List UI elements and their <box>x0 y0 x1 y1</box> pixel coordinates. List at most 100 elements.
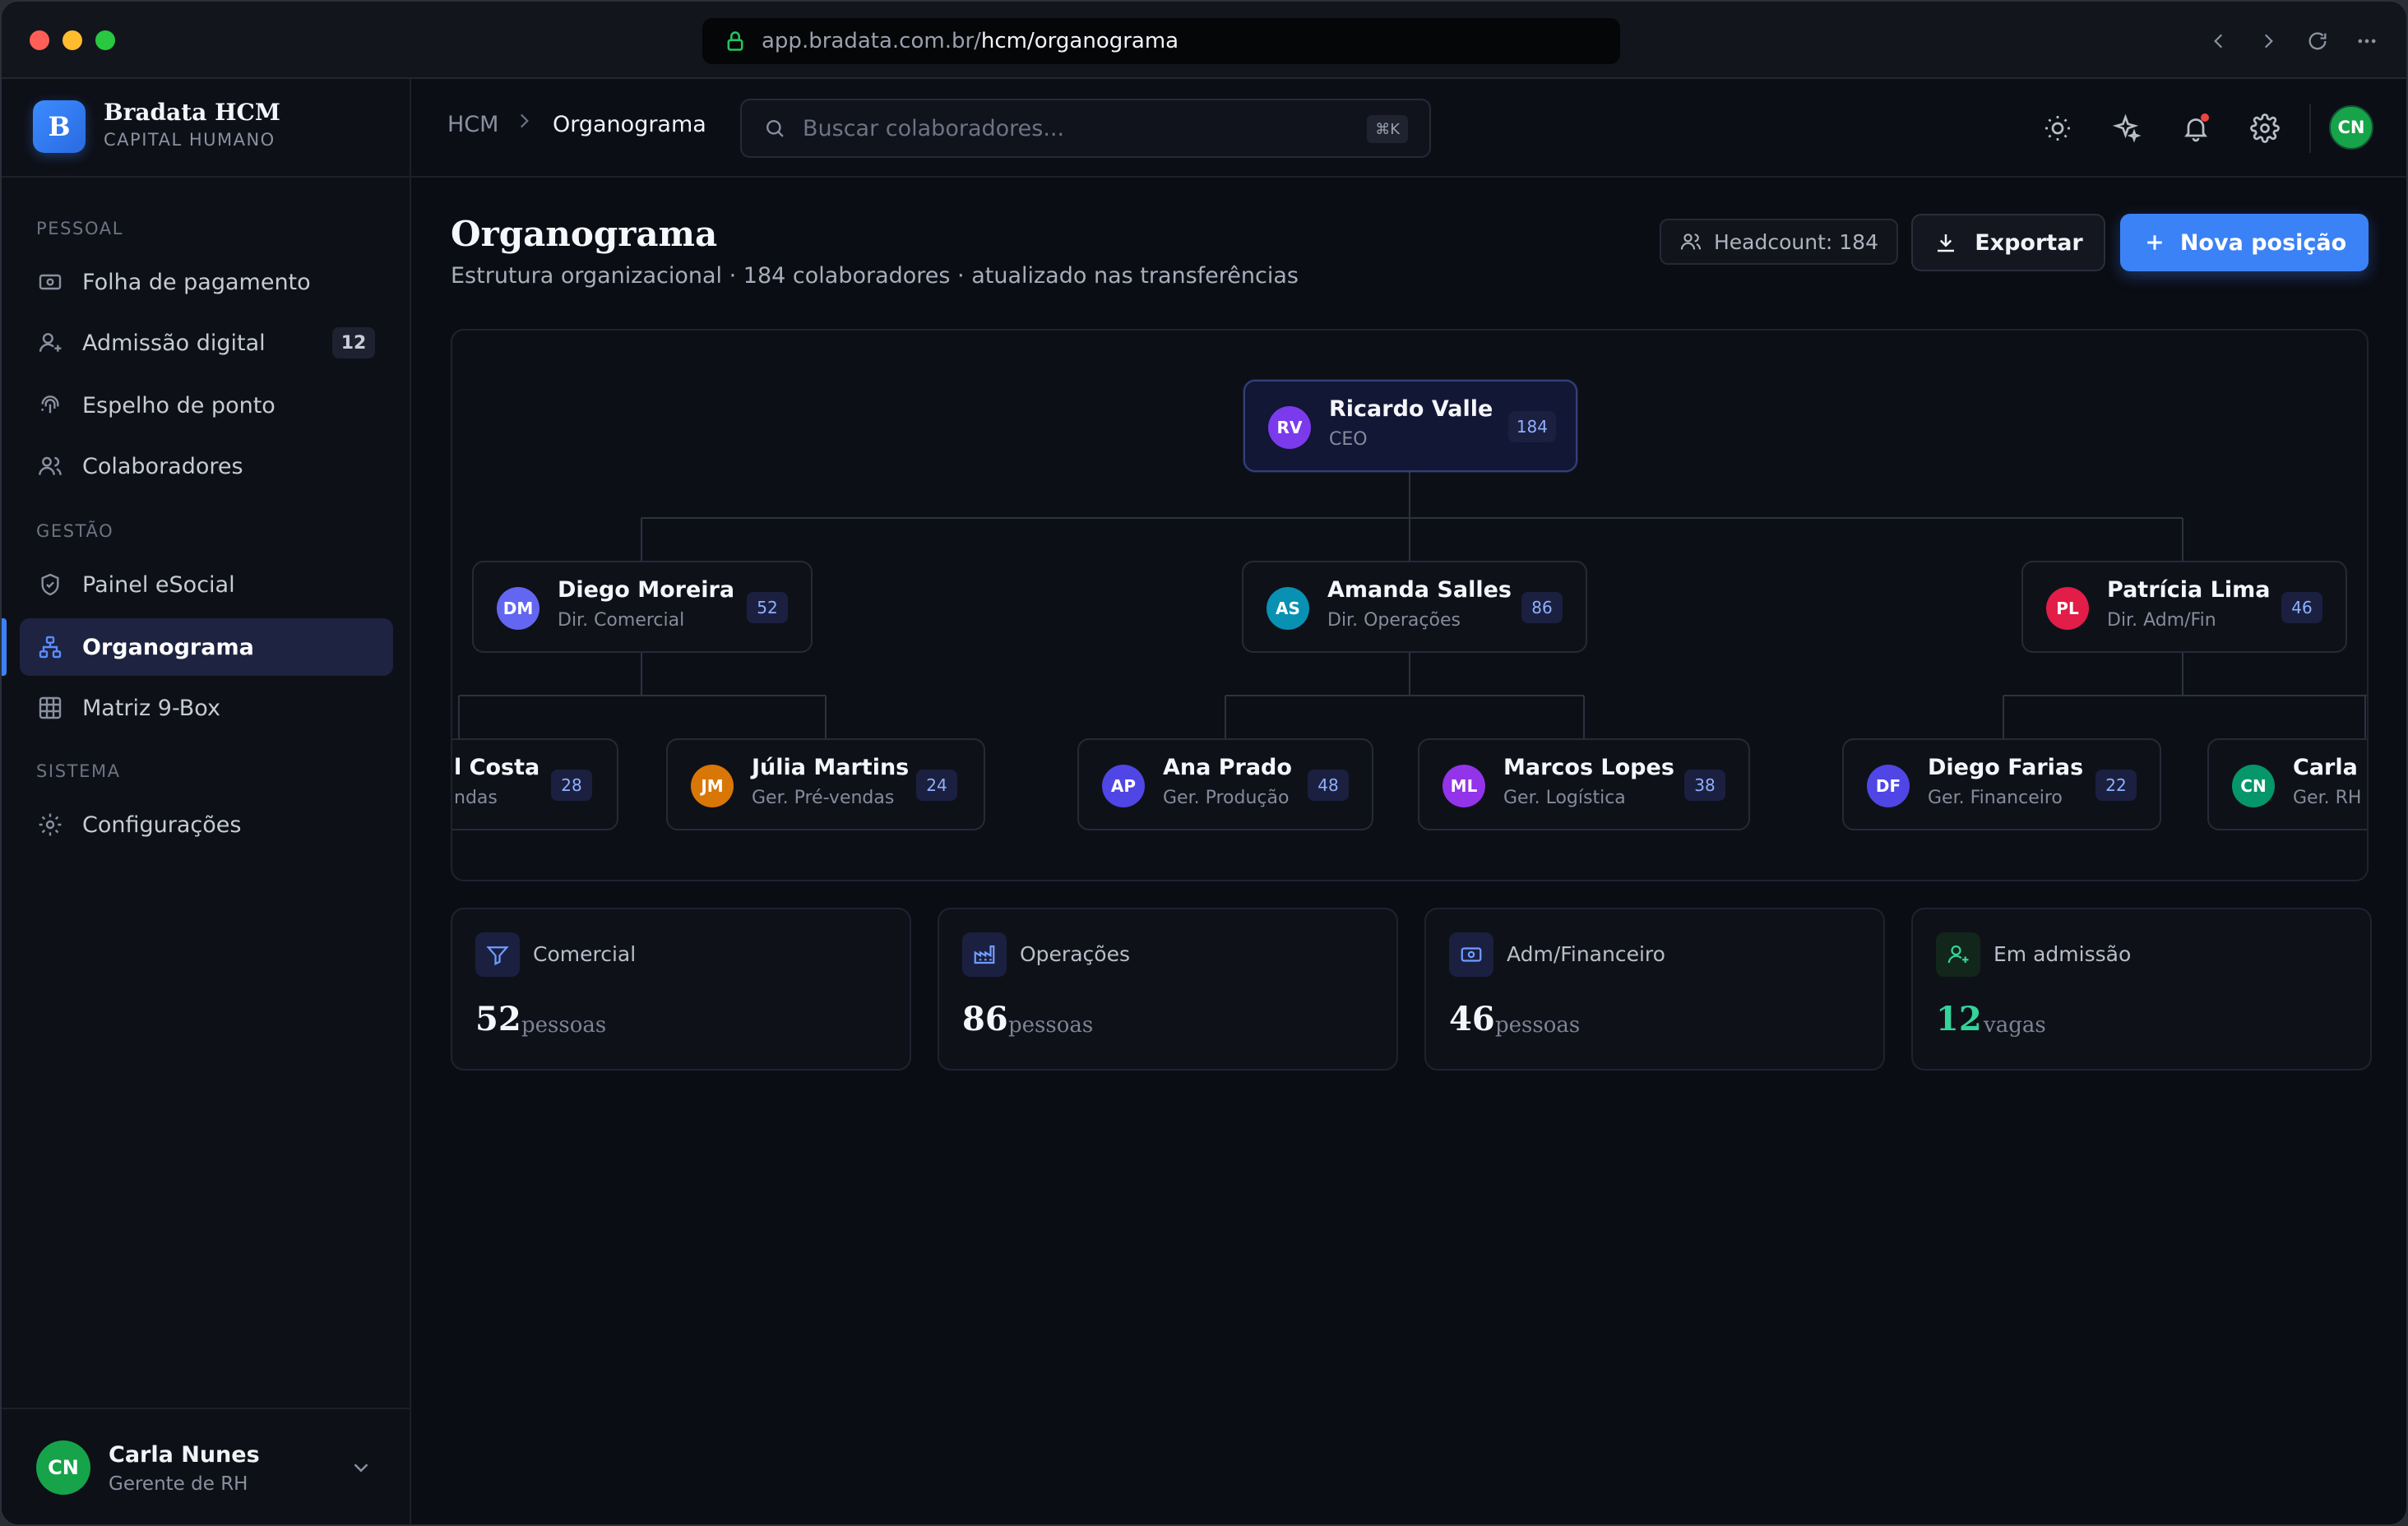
sidebar: B Bradata HCM CAPITAL HUMANO PESSOAL Fol… <box>2 79 411 1524</box>
org-node-manager[interactable]: DF Diego Farias Ger. Financeiro 22 <box>1842 738 2161 830</box>
browser-chrome: app.bradata.com.br/hcm/organograma <box>2 2 2406 79</box>
stat-title: Em admissão <box>1994 942 2132 966</box>
sidebar-item-label: Painel eSocial <box>82 571 235 598</box>
sidebar-item-painel-esocial[interactable]: Painel eSocial <box>20 556 393 613</box>
person-name: l Costa <box>454 755 540 780</box>
forward-icon[interactable] <box>2252 25 2285 58</box>
export-button[interactable]: Exportar <box>1911 214 2105 271</box>
sidebar-item-label: Organograma <box>82 634 254 660</box>
person-role: Dir. Operações <box>1327 610 1461 631</box>
person-name: Ricardo Valle <box>1329 396 1493 422</box>
person-role: Ger. Logística <box>1503 788 1626 808</box>
person-role: Ger. Pré-vendas <box>752 788 895 808</box>
avatar: PL <box>2046 587 2089 630</box>
avatar: ML <box>1442 765 1485 807</box>
sidebar-item-configuracoes[interactable]: Configurações <box>20 796 393 853</box>
org-node-director[interactable]: PL Patrícia Lima Dir. Adm/Fin 46 <box>2021 561 2347 653</box>
stat-value: 52 <box>475 1000 521 1038</box>
back-icon[interactable] <box>2202 25 2235 58</box>
avatar[interactable]: CN <box>2329 105 2373 150</box>
sidebar-item-label: Folha de pagamento <box>82 269 311 295</box>
url-host: app.bradata.com.br/ <box>762 29 981 53</box>
sidebar-item-label: Espelho de ponto <box>82 392 276 418</box>
maximize-window-button[interactable] <box>95 30 115 50</box>
url-path: hcm/organograma <box>980 29 1179 53</box>
person-role: Ger. Financeiro <box>1928 788 2063 808</box>
shield-icon <box>36 571 64 599</box>
sidebar-item-espelho-de-ponto[interactable]: Espelho de ponto <box>20 377 393 434</box>
org-node-manager[interactable]: CN Carla I Ger. RH <box>2207 738 2367 830</box>
person-name: Ana Prado <box>1163 755 1292 780</box>
sidebar-item-folha-de-pagamento[interactable]: Folha de pagamento <box>20 253 393 311</box>
minimize-window-button[interactable] <box>63 30 82 50</box>
address-bar[interactable]: app.bradata.com.br/hcm/organograma <box>702 18 1620 64</box>
sidebar-item-matriz-9-box[interactable]: Matriz 9-Box <box>20 679 393 737</box>
headcount-badge: 22 <box>2095 770 2137 801</box>
stat-card-em-admissao[interactable]: Em admissão 12 vagas <box>1911 908 2372 1071</box>
headcount-badge: Headcount: 184 <box>1660 219 1898 265</box>
person-role: CEO <box>1329 429 1368 450</box>
org-chart: RV Ricardo Valle CEO 184 DM Diego Moreir… <box>451 329 2369 881</box>
stat-title: Adm/Financeiro <box>1507 942 1665 966</box>
breadcrumb-current: Organograma <box>553 112 706 137</box>
org-chart-icon <box>36 633 64 661</box>
sparkle-icon[interactable] <box>2107 109 2146 148</box>
headcount-badge: 38 <box>1684 770 1725 801</box>
org-node-director[interactable]: DM Diego Moreira Dir. Comercial 52 <box>472 561 813 653</box>
page-subtitle: Estrutura organizacional · 184 colaborad… <box>451 263 1299 289</box>
org-node-manager[interactable]: AP Ana Prado Ger. Produção 48 <box>1077 738 1373 830</box>
stat-unit: pessoas <box>521 1013 607 1038</box>
section-label-sistema: SISTEMA <box>36 761 121 781</box>
org-node-manager[interactable]: ML Marcos Lopes Ger. Logística 38 <box>1418 738 1750 830</box>
main-content: Organograma Estrutura organizacional · 1… <box>411 178 2406 1524</box>
stat-card-comercial[interactable]: Comercial 52 pessoas <box>451 908 911 1071</box>
person-role: Dir. Comercial <box>558 610 685 631</box>
users-icon <box>36 452 64 480</box>
stat-card-operacoes[interactable]: Operações 86 pessoas <box>938 908 1398 1071</box>
more-options-icon[interactable] <box>2350 25 2383 58</box>
stat-value: 46 <box>1449 1000 1495 1038</box>
reload-icon[interactable] <box>2301 25 2334 58</box>
count-badge: 12 <box>332 327 375 358</box>
section-label-pessoal: PESSOAL <box>36 219 124 238</box>
headcount-badge: 184 <box>1507 411 1556 442</box>
brand-logo[interactable]: B <box>33 100 86 153</box>
search-icon <box>763 117 786 140</box>
plus-icon <box>2142 230 2167 255</box>
breadcrumb-home[interactable]: HCM <box>447 112 498 137</box>
person-name: Amanda Salles <box>1327 577 1512 603</box>
org-node-director[interactable]: AS Amanda Salles Dir. Operações 86 <box>1242 561 1587 653</box>
sidebar-item-label: Configurações <box>82 812 242 838</box>
sidebar-item-label: Admissão digital <box>82 330 266 356</box>
new-position-label: Nova posição <box>2179 229 2347 256</box>
org-node-manager[interactable]: JM Júlia Martins Ger. Pré-vendas 24 <box>666 738 985 830</box>
stat-unit: pessoas <box>1008 1013 1094 1038</box>
user-plus-icon <box>36 329 64 357</box>
sidebar-item-colaboradores[interactable]: Colaboradores <box>20 437 393 495</box>
search-input[interactable] <box>803 115 1362 141</box>
stat-card-adm-financeiro[interactable]: Adm/Financeiro 46 pessoas <box>1424 908 1885 1071</box>
stat-unit: vagas <box>1984 1013 2046 1038</box>
headcount-label: Headcount: 184 <box>1714 229 1878 254</box>
avatar: JM <box>691 765 734 807</box>
headcount-badge: 86 <box>1521 592 1563 623</box>
lock-icon <box>724 30 747 53</box>
org-node-manager[interactable]: l Costa ndas 28 <box>452 738 618 830</box>
person-role: Dir. Adm/Fin <box>2107 610 2216 631</box>
bell-icon[interactable] <box>2176 109 2216 148</box>
avatar: CN <box>36 1440 90 1495</box>
new-position-button[interactable]: Nova posição <box>2120 214 2369 271</box>
brand: B Bradata HCM CAPITAL HUMANO <box>2 79 410 178</box>
chevron-down-icon[interactable] <box>349 1455 377 1483</box>
org-node-ceo[interactable]: RV Ricardo Valle CEO 184 <box>1243 380 1577 472</box>
money-icon <box>1449 932 1493 977</box>
avatar: DF <box>1867 765 1910 807</box>
sun-icon[interactable] <box>2038 109 2077 148</box>
chevron-right-icon <box>513 110 538 135</box>
sidebar-item-organograma[interactable]: Organograma <box>20 618 393 676</box>
close-window-button[interactable] <box>30 30 49 50</box>
search-box[interactable]: ⌘K <box>740 99 1431 158</box>
user-menu[interactable]: CN Carla Nunes Gerente de RH <box>2 1408 410 1524</box>
gear-icon[interactable] <box>2245 109 2285 148</box>
sidebar-item-admissao-digital[interactable]: Admissão digital 12 <box>20 314 393 372</box>
